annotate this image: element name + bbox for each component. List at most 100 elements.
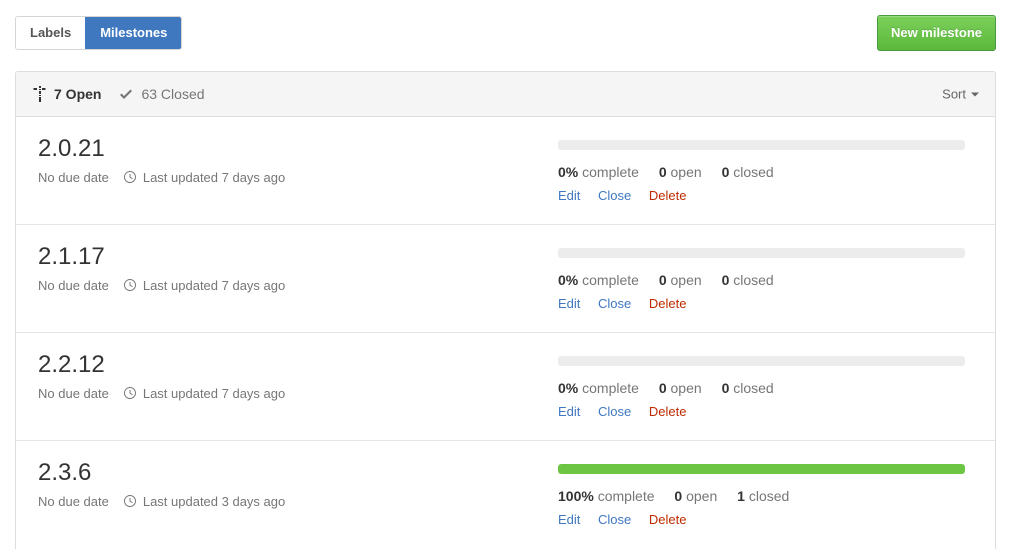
stat-closed: 0 closed — [722, 164, 774, 180]
milestone-info: 2.2.12 No due date Last updated 7 days a… — [38, 351, 558, 420]
milestone-progress-area: 0% complete 0 open 0 closed Edit Close D… — [558, 351, 979, 420]
milestone-actions: Edit Close Delete — [558, 296, 979, 311]
clock-icon — [123, 494, 137, 510]
milestone-progress-bar — [558, 356, 965, 366]
edit-milestone-link[interactable]: Edit — [558, 512, 580, 527]
stat-closed: 1 closed — [737, 488, 789, 504]
state-filter-group: 7 Open 63 Closed — [32, 86, 223, 102]
filter-closed-label: 63 Closed — [141, 86, 205, 102]
stat-closed-label: closed — [748, 488, 790, 504]
clock-icon — [123, 386, 137, 402]
stat-open-label: open — [670, 164, 702, 180]
milestone-title[interactable]: 2.0.21 — [38, 135, 558, 164]
milestone-updated: Last updated 7 days ago — [142, 386, 286, 402]
milestone-updated: Last updated 7 days ago — [142, 278, 286, 294]
check-icon — [119, 86, 135, 102]
labels-milestones-tabs: Labels Milestones — [15, 16, 183, 50]
delete-milestone-link[interactable]: Delete — [649, 296, 687, 311]
stat-complete-value: 100% — [558, 488, 594, 504]
milestone-row: 2.0.21 No due date Last updated 7 days a… — [16, 117, 995, 225]
milestone-title[interactable]: 2.2.12 — [38, 351, 558, 380]
milestone-meta: No due date Last updated 7 days ago — [38, 386, 558, 402]
milestone-actions: Edit Close Delete — [558, 512, 979, 527]
stat-closed-value: 0 — [721, 380, 730, 396]
edit-milestone-link[interactable]: Edit — [558, 296, 580, 311]
milestones-list-header: 7 Open 63 Closed Sort — [16, 72, 995, 117]
milestone-progress-bar — [558, 248, 965, 258]
stat-open-value: 0 — [658, 380, 667, 396]
milestone-meta: No due date Last updated 7 days ago — [38, 170, 558, 186]
stat-complete-label: complete — [582, 380, 639, 396]
stat-closed-label: closed — [733, 380, 774, 396]
milestone-due-date: No due date — [38, 386, 109, 402]
sort-dropdown[interactable]: Sort — [942, 87, 979, 102]
stat-complete-label: complete — [582, 272, 639, 288]
stat-complete-label: complete — [597, 488, 655, 504]
stat-complete-value: 0% — [558, 164, 579, 180]
chevron-down-icon — [971, 92, 979, 96]
milestone-row: 2.1.17 No due date Last updated 7 days a… — [16, 225, 995, 333]
stat-closed: 0 closed — [722, 272, 774, 288]
stat-closed-value: 0 — [721, 272, 730, 288]
close-milestone-link[interactable]: Close — [598, 512, 631, 527]
stat-closed: 0 closed — [722, 380, 774, 396]
tab-milestones[interactable]: Milestones — [85, 17, 182, 49]
milestone-updated: Last updated 3 days ago — [142, 494, 286, 510]
stat-open: 0 open — [659, 164, 702, 180]
filter-open-label: 7 Open — [54, 86, 102, 102]
milestone-progress-bar — [558, 464, 965, 474]
delete-milestone-link[interactable]: Delete — [649, 512, 687, 527]
stat-closed-value: 1 — [737, 488, 745, 504]
milestone-due-date: No due date — [38, 170, 109, 186]
tab-labels[interactable]: Labels — [16, 17, 86, 49]
filter-closed-milestones[interactable]: 63 Closed — [119, 86, 205, 102]
close-milestone-link[interactable]: Close — [598, 296, 631, 311]
clock-icon — [123, 278, 137, 294]
new-milestone-button[interactable]: New milestone — [876, 15, 996, 51]
milestone-info: 2.0.21 No due date Last updated 7 days a… — [38, 135, 558, 204]
stat-open-label: open — [670, 272, 702, 288]
milestone-meta: No due date Last updated 7 days ago — [38, 278, 558, 294]
stat-open: 0 open — [674, 488, 717, 504]
stat-complete: 100% complete — [558, 488, 655, 504]
milestone-title[interactable]: 2.1.17 — [38, 243, 558, 272]
milestone-row: 2.3.6 No due date Last updated 3 days ag… — [16, 441, 995, 549]
milestone-progress-bar — [558, 140, 965, 150]
stat-open-value: 0 — [674, 488, 683, 504]
milestone-info: 2.3.6 No due date Last updated 3 days ag… — [38, 459, 558, 529]
stat-complete: 0% complete — [558, 272, 639, 288]
edit-milestone-link[interactable]: Edit — [558, 188, 580, 203]
milestone-meta: No due date Last updated 3 days ago — [38, 494, 558, 510]
close-milestone-link[interactable]: Close — [598, 404, 631, 419]
milestone-updated: Last updated 7 days ago — [142, 170, 286, 186]
stat-open: 0 open — [659, 380, 702, 396]
stat-complete-value: 0% — [558, 380, 579, 396]
delete-milestone-link[interactable]: Delete — [649, 188, 687, 203]
milestone-actions: Edit Close Delete — [558, 404, 979, 419]
milestone-progress-area: 0% complete 0 open 0 closed Edit Close D… — [558, 243, 979, 312]
filter-open-milestones[interactable]: 7 Open — [32, 86, 101, 102]
sort-label: Sort — [942, 86, 966, 102]
milestone-stats: 0% complete 0 open 0 closed — [558, 380, 979, 396]
delete-milestone-link[interactable]: Delete — [649, 404, 687, 419]
close-milestone-link[interactable]: Close — [598, 188, 631, 203]
milestone-actions: Edit Close Delete — [558, 188, 979, 203]
page-toolbar: Labels Milestones New milestone — [0, 0, 1011, 63]
milestone-stats: 0% complete 0 open 0 closed — [558, 164, 979, 180]
milestones-list-container: 7 Open 63 Closed Sort 2.0.21 No due date… — [15, 71, 996, 549]
milestone-due-date: No due date — [38, 278, 109, 294]
milestone-icon — [32, 86, 48, 102]
stat-closed-label: closed — [733, 164, 774, 180]
milestones-rows: 2.0.21 No due date Last updated 7 days a… — [16, 117, 995, 549]
milestones-page: Labels Milestones New milestone 7 Open 6… — [0, 0, 1011, 560]
stat-complete-value: 0% — [558, 272, 579, 288]
stat-complete: 0% complete — [558, 380, 639, 396]
milestone-title[interactable]: 2.3.6 — [38, 459, 558, 488]
stat-open: 0 open — [659, 272, 702, 288]
edit-milestone-link[interactable]: Edit — [558, 404, 580, 419]
milestone-progress-area: 100% complete 0 open 1 closed Edit Close… — [558, 459, 979, 529]
stat-closed-value: 0 — [721, 164, 730, 180]
milestone-info: 2.1.17 No due date Last updated 7 days a… — [38, 243, 558, 312]
stat-open-value: 0 — [658, 272, 667, 288]
milestone-stats: 0% complete 0 open 0 closed — [558, 272, 979, 288]
